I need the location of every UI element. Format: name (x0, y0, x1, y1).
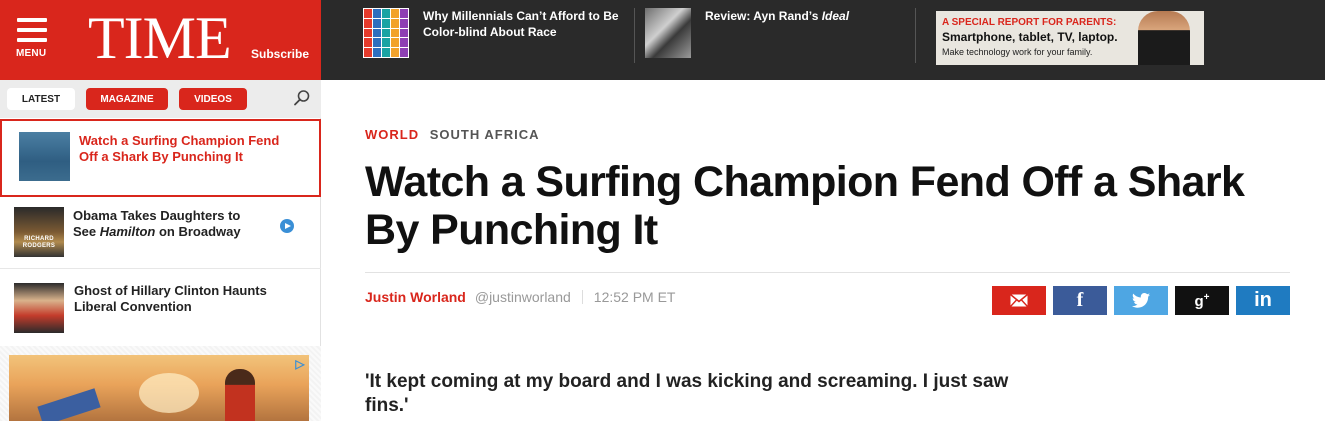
share-google-plus-button[interactable]: g+ (1175, 286, 1229, 315)
mosaic-tile (382, 18, 390, 28)
ad-subheadline: Smartphone, tablet, TV, laptop. (942, 30, 1118, 44)
byline-separator (581, 290, 583, 304)
sunset-glow (139, 373, 199, 413)
promo-ayn-rand[interactable]: Review: Ayn Rand’s Ideal (645, 8, 905, 58)
byline: Justin Worland @justinworland 12:52 PM E… (365, 289, 675, 305)
headline-divider (365, 272, 1290, 273)
article-kicker: WORLD SOUTH AFRICA (365, 127, 539, 142)
ad-ribbon (37, 388, 101, 421)
google-plus-icon: g+ (1194, 291, 1210, 310)
menu-label: MENU (16, 48, 47, 59)
promo-title: Why Millennials Can’t Afford to Be Color… (423, 9, 619, 39)
sidebar-tabs: LATEST MAGAZINE VIDEOS (0, 80, 321, 118)
mosaic-tile (391, 18, 399, 28)
share-buttons: f g+ in (992, 286, 1290, 315)
twitter-icon (1132, 293, 1150, 308)
mosaic-tile (382, 38, 390, 48)
mosaic-tile (400, 28, 408, 38)
mosaic-tile (391, 9, 399, 18)
child-with-tablet-image (1138, 11, 1190, 65)
sidebar-ad-slot: ▷ (0, 346, 321, 421)
hillary-clinton-thumbnail (14, 283, 64, 333)
share-linkedin-button[interactable]: in (1236, 286, 1290, 315)
sidebar-story-hamilton[interactable]: RICHARD RODGERS Obama Takes Daughters to… (0, 199, 321, 269)
hamburger-icon (17, 18, 47, 22)
mosaic-tile (373, 38, 381, 48)
mosaic-tile (364, 38, 372, 48)
italic-title-fragment: Hamilton (99, 224, 156, 239)
mosaic-tile (364, 28, 372, 38)
linkedin-icon: in (1254, 289, 1272, 311)
promo-title: Review: Ayn Rand’s Ideal (705, 8, 905, 58)
mosaic-tile (391, 38, 399, 48)
mosaic-tile (373, 48, 381, 57)
mosaic-tile (373, 18, 381, 28)
page: MENU TIME Subscribe Why Millennials Can’… (0, 0, 1325, 421)
mosaic-tile (391, 28, 399, 38)
author-link[interactable]: Justin Worland (365, 289, 466, 305)
promo-bar: Why Millennials Can’t Afford to Be Color… (321, 0, 1325, 80)
email-icon (1010, 294, 1028, 307)
author-portrait-thumbnail (645, 8, 691, 58)
promo-divider (634, 8, 635, 63)
promo-divider (915, 8, 916, 63)
share-facebook-button[interactable]: f (1053, 286, 1107, 315)
ad-tagline: Make technology work for your family. (942, 47, 1093, 57)
article-deck: 'It kept coming at my board and I was ki… (365, 371, 1009, 416)
colorful-mosaic-thumbnail (363, 8, 409, 58)
mosaic-tile (400, 9, 408, 18)
subscribe-link[interactable]: Subscribe (251, 47, 309, 61)
surfing-thumbnail (19, 132, 70, 181)
section-link[interactable]: WORLD (365, 127, 419, 142)
tab-latest[interactable]: LATEST (7, 88, 75, 110)
play-video-icon[interactable] (280, 219, 294, 233)
subsection-link[interactable]: SOUTH AFRICA (430, 127, 540, 142)
adchoices-icon[interactable]: ▷ (293, 357, 307, 371)
promo-millennials[interactable]: Why Millennials Can’t Afford to Be Color… (363, 8, 623, 58)
mosaic-tile (400, 18, 408, 28)
promo-title-text: Review: Ayn Rand’s Ideal (705, 9, 850, 23)
italic-title-fragment: Ideal (821, 9, 850, 23)
tab-magazine[interactable]: MAGAZINE (86, 88, 168, 110)
tab-videos[interactable]: VIDEOS (179, 88, 247, 110)
hamilton-theater-thumbnail: RICHARD RODGERS (14, 207, 64, 257)
theater-marquee-text: RICHARD RODGERS (22, 236, 56, 249)
sidebar-ad-banner[interactable]: ▷ (9, 355, 309, 421)
parents-ad-banner[interactable]: A SPECIAL REPORT FOR PARENTS: Smartphone… (936, 11, 1204, 65)
mosaic-tile (382, 28, 390, 38)
mosaic-tile (364, 48, 372, 57)
mosaic-tile (364, 18, 372, 28)
mosaic-tile (364, 9, 372, 18)
mosaic-tile (400, 48, 408, 57)
share-email-button[interactable] (992, 286, 1046, 315)
story-title: Ghost of Hillary Clinton Haunts Liberal … (74, 283, 267, 314)
mosaic-tile (382, 9, 390, 18)
share-twitter-button[interactable] (1114, 286, 1168, 315)
search-icon[interactable] (293, 89, 311, 107)
time-logo[interactable]: TIME (88, 6, 232, 70)
publish-time: 12:52 PM ET (593, 289, 676, 305)
sidebar-story-surfing[interactable]: Watch a Surfing Champion Fend Off a Shar… (0, 119, 321, 197)
facebook-icon: f (1076, 289, 1084, 311)
brand-header: MENU TIME Subscribe (0, 0, 321, 80)
ad-headline: A SPECIAL REPORT FOR PARENTS: (942, 17, 1117, 28)
mosaic-tile (400, 38, 408, 48)
story-title: Watch a Surfing Champion Fend Off a Shar… (79, 133, 280, 164)
hamburger-icon-bar (17, 28, 47, 32)
story-title: Obama Takes Daughters to See Hamilton on… (73, 208, 241, 239)
article-headline: Watch a Surfing Champion Fend Off a Shar… (365, 158, 1245, 254)
mosaic-tile (373, 9, 381, 18)
runner-figure (225, 369, 255, 421)
hamburger-icon-bar (17, 38, 47, 42)
mosaic-tile (391, 48, 399, 57)
sidebar-story-hillary[interactable]: Ghost of Hillary Clinton Haunts Liberal … (0, 270, 321, 340)
sidebar: LATEST MAGAZINE VIDEOS Watch a Surfing C… (0, 80, 321, 421)
menu-button[interactable]: MENU (16, 18, 50, 62)
mosaic-tile (382, 48, 390, 57)
mosaic-tile (373, 28, 381, 38)
twitter-handle-link[interactable]: @justinworland (475, 289, 571, 305)
